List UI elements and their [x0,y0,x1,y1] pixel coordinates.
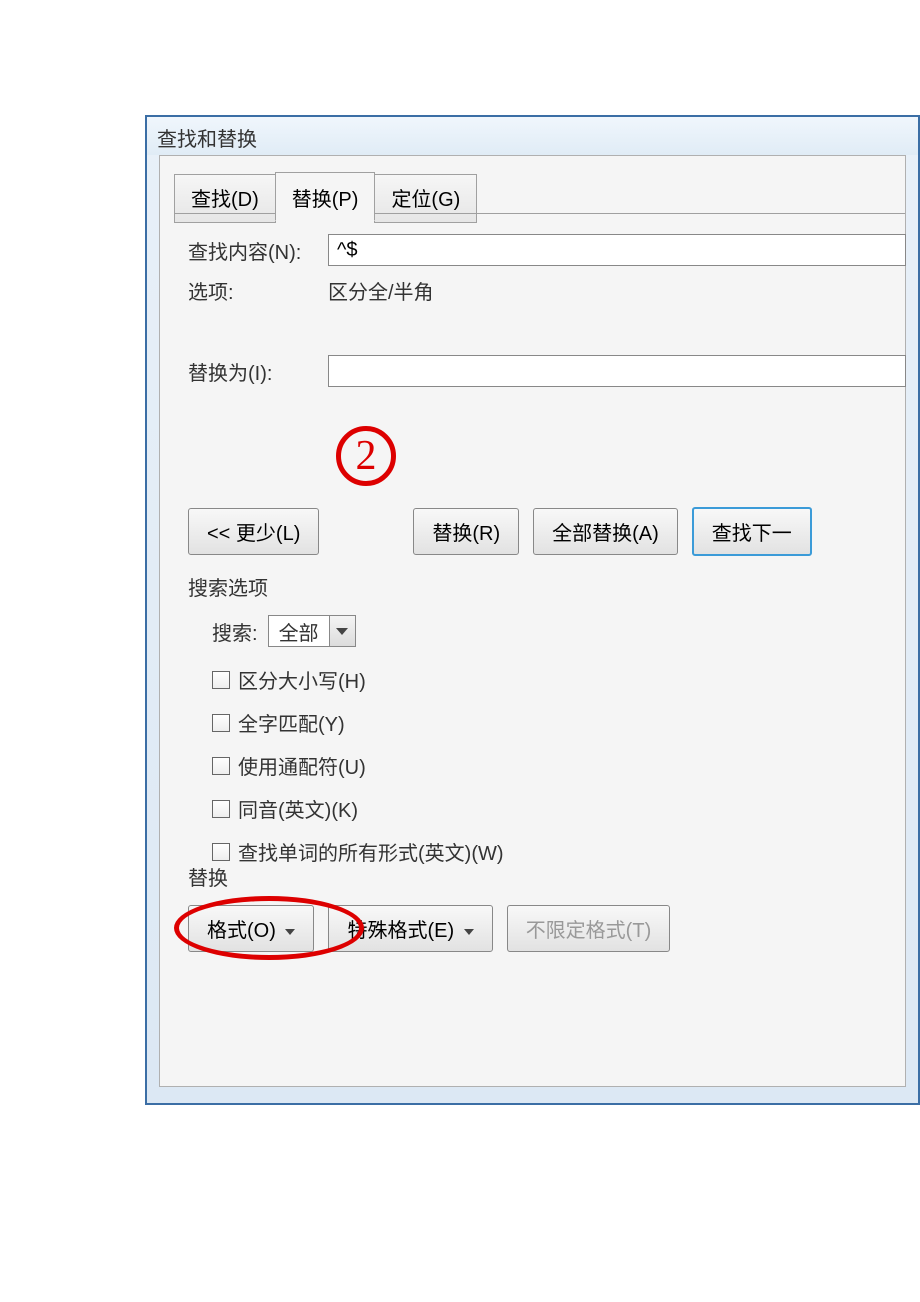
less-options-button[interactable]: << 更少(L) [188,508,319,555]
sounds-like-checkbox[interactable] [212,800,230,818]
chevron-down-icon [285,929,295,935]
search-options-group: 搜索: 全部 区分大小写(H) 全字匹配(Y) 使用通配符(U) [212,615,905,866]
whole-word-checkbox[interactable] [212,714,230,732]
wildcards-checkbox[interactable] [212,757,230,775]
search-options-heading: 搜索选项 [188,572,905,601]
find-row: 查找内容(N): [188,234,905,266]
replace-with-label: 替换为(I): [188,357,328,386]
find-label: 查找内容(N): [188,236,328,265]
search-direction-label: 搜索: [212,617,258,646]
wildcards-row[interactable]: 使用通配符(U) [212,751,905,780]
find-next-button[interactable]: 查找下一 [692,507,812,556]
replace-with-input[interactable] [328,355,906,387]
search-direction-value: 全部 [269,617,329,646]
replace-with-row: 替换为(I): [188,355,905,387]
format-button-label: 格式(O) [207,920,276,942]
dialog-client-area: 查找(D) 替换(P) 定位(G) 查找内容(N): 选项: 区分全/半角 替换… [159,155,906,1087]
match-case-label: 区分大小写(H) [238,665,366,694]
dialog-title: 查找和替换 [147,117,918,155]
tab-content: 查找内容(N): 选项: 区分全/半角 替换为(I): 2 << 更少(L) 替… [188,234,905,880]
sounds-like-row[interactable]: 同音(英文)(K) [212,794,905,823]
format-button[interactable]: 格式(O) [188,905,314,952]
options-row: 选项: 区分全/半角 [188,276,905,305]
replace-all-button[interactable]: 全部替换(A) [533,508,678,555]
sounds-like-label: 同音(英文)(K) [238,794,358,823]
annotation-step-2: 2 [336,426,396,486]
whole-word-label: 全字匹配(Y) [238,708,345,737]
match-case-checkbox[interactable] [212,671,230,689]
special-format-button-label: 特殊格式(E) [347,920,454,942]
find-input[interactable] [328,234,906,266]
replace-button[interactable]: 替换(R) [413,508,519,555]
replace-section-heading: 替换 [188,862,905,891]
no-format-button: 不限定格式(T) [507,905,671,952]
replace-format-section: 替换 格式(O) 特殊格式(E) 不限定格式(T) [188,862,905,952]
special-format-button[interactable]: 特殊格式(E) [328,905,492,952]
options-value: 区分全/半角 [328,276,905,305]
match-case-row[interactable]: 区分大小写(H) [212,665,905,694]
tab-goto[interactable]: 定位(G) [374,174,477,223]
find-replace-dialog: 查找和替换 查找(D) 替换(P) 定位(G) 查找内容(N): 选项: 区分全… [145,115,920,1105]
word-forms-checkbox[interactable] [212,843,230,861]
chevron-down-icon [464,929,474,935]
dropdown-arrow-icon[interactable] [329,616,355,646]
tab-replace[interactable]: 替换(P) [275,172,376,221]
wildcards-label: 使用通配符(U) [238,751,366,780]
whole-word-row[interactable]: 全字匹配(Y) [212,708,905,737]
options-label: 选项: [188,276,328,305]
search-direction-row: 搜索: 全部 [212,615,905,647]
action-button-row: << 更少(L) 替换(R) 全部替换(A) 查找下一 [188,507,905,556]
tab-find[interactable]: 查找(D) [174,174,276,223]
search-direction-select[interactable]: 全部 [268,615,356,647]
replace-format-buttons: 格式(O) 特殊格式(E) 不限定格式(T) [188,905,905,952]
